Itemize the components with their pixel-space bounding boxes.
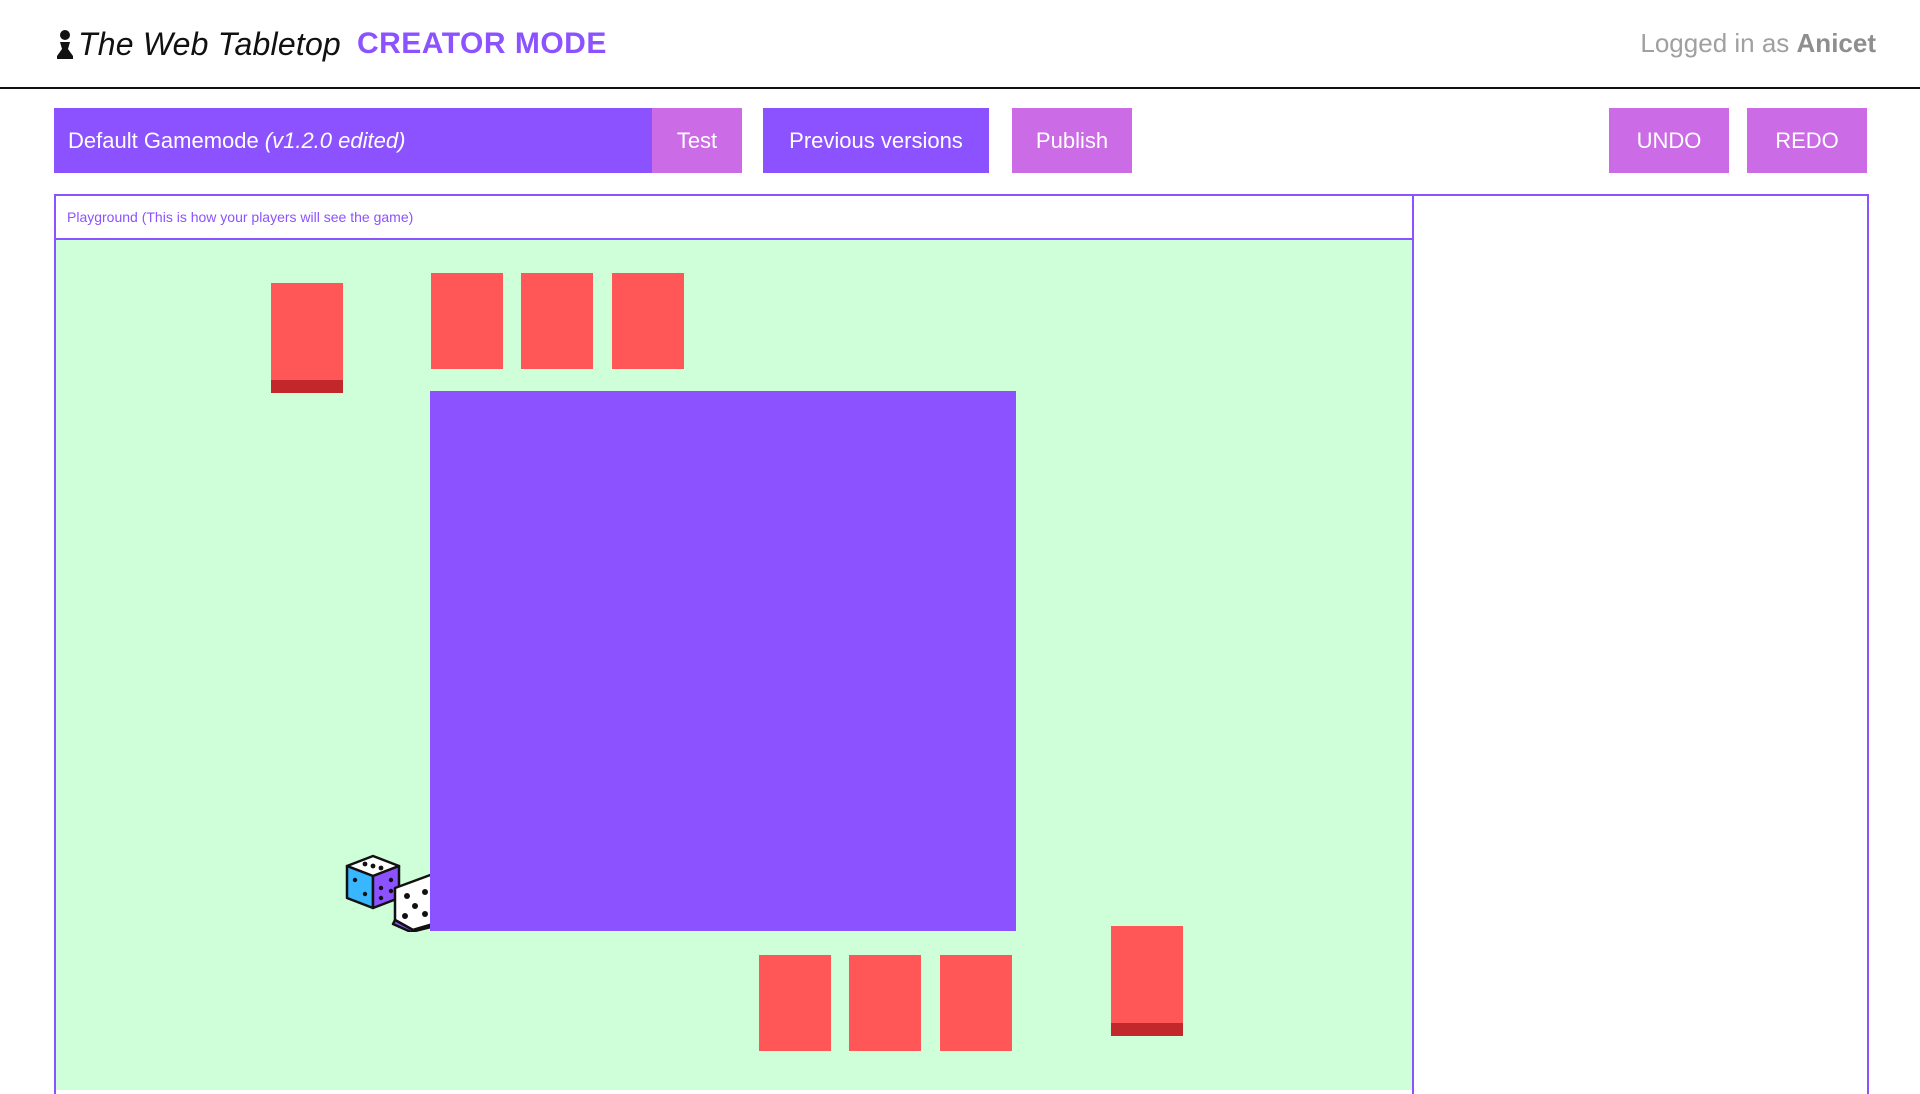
- top-bar: The Web Tabletop CREATOR MODE Logged in …: [0, 0, 1920, 89]
- card[interactable]: [940, 955, 1012, 1051]
- playground-label: Playground (This is how your players wil…: [56, 196, 1412, 240]
- card[interactable]: [431, 273, 503, 369]
- login-prefix: Logged in as: [1640, 28, 1790, 58]
- username[interactable]: Anicet: [1797, 28, 1876, 58]
- brand[interactable]: The Web Tabletop CREATOR MODE: [54, 24, 607, 64]
- card[interactable]: [759, 955, 831, 1051]
- inspector-panel: [1414, 196, 1867, 1080]
- redo-button[interactable]: REDO: [1747, 108, 1867, 173]
- previous-versions-button[interactable]: Previous versions: [763, 108, 989, 173]
- undo-button[interactable]: UNDO: [1609, 108, 1729, 173]
- playground[interactable]: [56, 240, 1412, 1090]
- card[interactable]: [612, 273, 684, 369]
- card[interactable]: [849, 955, 921, 1051]
- deck[interactable]: [271, 283, 343, 393]
- gamemode-name: Default Gamemode: [68, 127, 259, 153]
- pawn-icon: [57, 30, 73, 59]
- card[interactable]: [521, 273, 593, 369]
- game-board[interactable]: [430, 391, 1016, 931]
- publish-button[interactable]: Publish: [1012, 108, 1132, 173]
- deck[interactable]: [1111, 926, 1183, 1036]
- gamemode-version: (v1.2.0 edited): [264, 127, 406, 153]
- app-title: The Web Tabletop: [78, 25, 341, 62]
- login-status: Logged in as Anicet: [1640, 28, 1876, 59]
- test-button[interactable]: Test: [652, 108, 742, 173]
- gamemode-selector[interactable]: Default Gamemode (v1.2.0 edited): [54, 108, 652, 173]
- mode-label: CREATOR MODE: [356, 27, 607, 60]
